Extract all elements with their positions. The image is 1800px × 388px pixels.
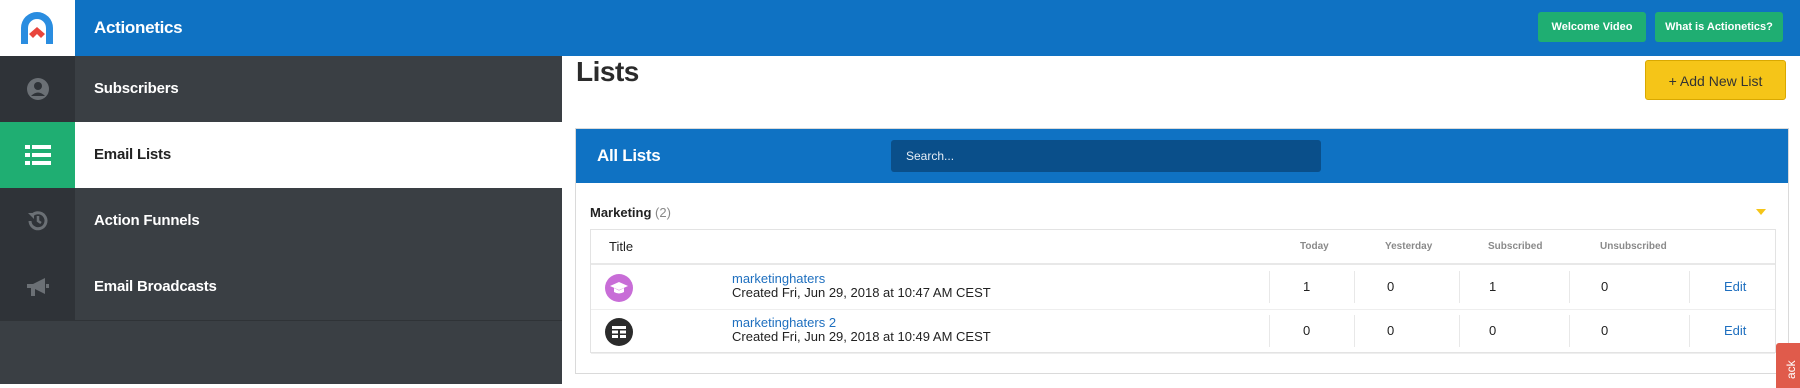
main-content: Lists + Add New List All Lists Marketing… bbox=[562, 56, 1800, 384]
app-brand: Actionetics bbox=[94, 18, 183, 37]
panel-header: All Lists bbox=[576, 129, 1788, 183]
table-row: marketinghaters 2 Created Fri, Jun 29, 2… bbox=[591, 309, 1775, 354]
actionetics-logo-icon bbox=[21, 12, 53, 44]
top-bar: Actionetics Welcome Video What is Action… bbox=[0, 0, 1800, 56]
user-icon bbox=[0, 56, 75, 122]
column-divider bbox=[1269, 271, 1270, 303]
sidebar-item-label: Email Lists bbox=[94, 146, 171, 163]
table-row: marketinghaters Created Fri, Jun 29, 201… bbox=[591, 265, 1775, 310]
lists-panel: All Lists Marketing (2) Title Today Yest… bbox=[575, 128, 1789, 374]
history-icon bbox=[0, 188, 75, 254]
page-title: Lists bbox=[576, 56, 639, 87]
unsubscribed-value: 0 bbox=[1601, 279, 1609, 294]
today-value: 0 bbox=[1303, 323, 1311, 338]
yesterday-value: 0 bbox=[1387, 323, 1395, 338]
column-divider bbox=[1569, 271, 1570, 303]
list-name-link[interactable]: marketinghaters 2 bbox=[732, 315, 836, 330]
list-icon bbox=[0, 122, 75, 188]
column-title: Title bbox=[609, 239, 634, 254]
subscribed-value: 0 bbox=[1489, 323, 1497, 338]
edit-link[interactable]: Edit bbox=[1724, 265, 1746, 309]
graduation-cap-icon bbox=[605, 274, 633, 302]
search-input[interactable] bbox=[891, 140, 1321, 172]
column-yesterday: Yesterday bbox=[1385, 241, 1433, 252]
column-divider bbox=[1269, 315, 1270, 347]
column-divider bbox=[1354, 315, 1355, 347]
column-divider bbox=[1459, 271, 1460, 303]
group-count: (2) bbox=[655, 205, 671, 220]
column-today: Today bbox=[1300, 241, 1329, 252]
sidebar-item-email-broadcasts[interactable]: Email Broadcasts bbox=[0, 254, 562, 321]
sidebar: Subscribers Email Lists Action Funnels E… bbox=[0, 56, 562, 384]
today-value: 1 bbox=[1303, 279, 1311, 294]
table-header: Title Today Yesterday Subscribed Unsubsc… bbox=[591, 230, 1775, 265]
feedback-label: ack bbox=[1784, 360, 1798, 379]
edit-link[interactable]: Edit bbox=[1724, 309, 1746, 353]
column-divider bbox=[1689, 315, 1690, 347]
sidebar-item-label: Subscribers bbox=[94, 80, 179, 97]
subscribed-value: 1 bbox=[1489, 279, 1497, 294]
column-divider bbox=[1459, 315, 1460, 347]
chevron-down-icon[interactable] bbox=[1756, 209, 1766, 215]
table-icon bbox=[605, 318, 633, 346]
sidebar-item-label: Email Broadcasts bbox=[94, 278, 217, 295]
column-unsubscribed: Unsubscribed bbox=[1600, 241, 1667, 252]
what-is-actionetics-button[interactable]: What is Actionetics? bbox=[1655, 12, 1783, 42]
group-name: Marketing bbox=[590, 205, 652, 220]
group-header[interactable]: Marketing (2) bbox=[590, 205, 671, 220]
sidebar-item-action-funnels[interactable]: Action Funnels bbox=[0, 188, 562, 255]
column-divider bbox=[1354, 271, 1355, 303]
column-subscribed: Subscribed bbox=[1488, 241, 1543, 252]
sidebar-item-label: Action Funnels bbox=[94, 212, 200, 229]
megaphone-icon bbox=[0, 254, 75, 320]
welcome-video-button[interactable]: Welcome Video bbox=[1538, 12, 1646, 42]
list-created: Created Fri, Jun 29, 2018 at 10:47 AM CE… bbox=[732, 285, 991, 300]
unsubscribed-value: 0 bbox=[1601, 323, 1609, 338]
sidebar-item-email-lists[interactable]: Email Lists bbox=[0, 122, 562, 189]
list-name-link[interactable]: marketinghaters bbox=[732, 271, 825, 286]
feedback-tab[interactable]: ack bbox=[1776, 343, 1800, 388]
panel-title: All Lists bbox=[597, 146, 661, 165]
yesterday-value: 0 bbox=[1387, 279, 1395, 294]
sidebar-item-subscribers[interactable]: Subscribers bbox=[0, 56, 562, 123]
column-divider bbox=[1569, 315, 1570, 347]
column-divider bbox=[1689, 271, 1690, 303]
lists-table: Title Today Yesterday Subscribed Unsubsc… bbox=[590, 229, 1776, 354]
list-created: Created Fri, Jun 29, 2018 at 10:49 AM CE… bbox=[732, 329, 991, 344]
add-new-list-button[interactable]: + Add New List bbox=[1645, 60, 1786, 100]
logo[interactable] bbox=[0, 0, 75, 56]
